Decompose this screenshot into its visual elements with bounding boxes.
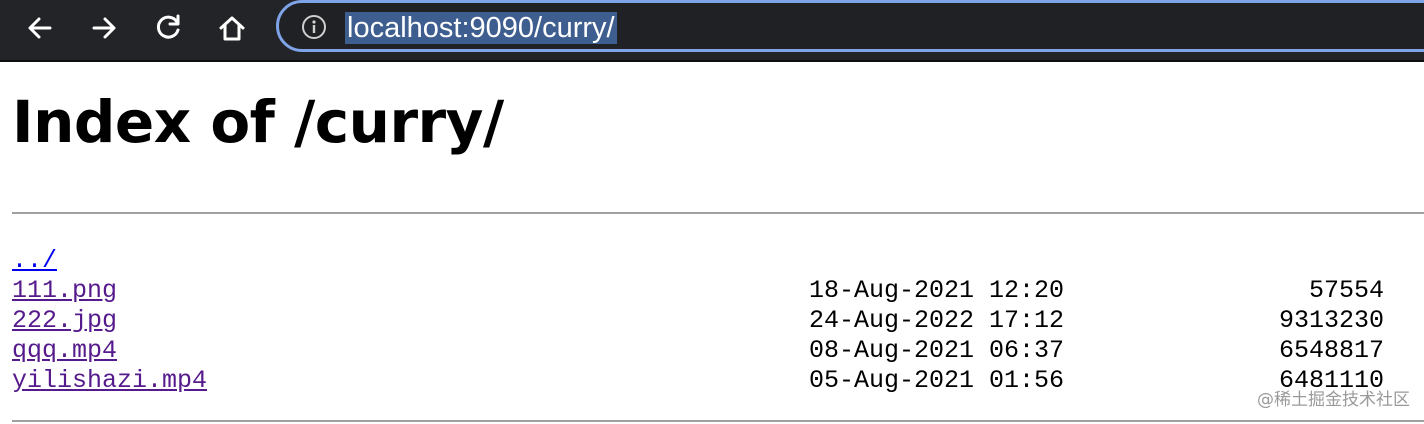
- address-bar[interactable]: localhost:9090/curry/: [276, 0, 1424, 52]
- top-rule: [12, 212, 1424, 214]
- arrow-right-icon: [92, 17, 116, 39]
- parent-directory-link[interactable]: ../: [12, 246, 57, 276]
- forward-button[interactable]: [84, 8, 124, 48]
- file-size: 9313230: [1278, 306, 1384, 335]
- file-link[interactable]: yilishazi.mp4: [12, 366, 207, 396]
- list-item: qqq.mp4 08-Aug-2021 06:37 6548817: [12, 336, 1412, 366]
- page-title: Index of /curry/: [12, 88, 504, 156]
- file-size: 6548817: [1278, 336, 1384, 365]
- back-button[interactable]: [20, 8, 60, 48]
- browser-toolbar: localhost:9090/curry/: [0, 0, 1424, 62]
- reload-icon: [156, 14, 180, 39]
- file-link[interactable]: 222.jpg: [12, 306, 117, 336]
- list-item: 222.jpg 24-Aug-2022 17:12 9313230: [12, 306, 1412, 336]
- file-listing: ../ 111.png 18-Aug-2021 12:20 57554 222.…: [12, 246, 1412, 396]
- home-button[interactable]: [212, 8, 252, 48]
- list-item: ../: [12, 246, 1412, 276]
- list-item: 111.png 18-Aug-2021 12:20 57554: [12, 276, 1412, 306]
- file-date: 24-Aug-2022 17:12: [809, 306, 1065, 335]
- file-link[interactable]: 111.png: [12, 276, 117, 306]
- file-date: 08-Aug-2021 06:37: [809, 336, 1065, 365]
- list-item: yilishazi.mp4 05-Aug-2021 01:56 6481110: [12, 366, 1412, 396]
- toolbar-divider: [0, 60, 1424, 62]
- file-size: 57554: [1308, 276, 1384, 305]
- arrow-left-icon: [28, 17, 52, 39]
- home-icon: [219, 16, 245, 41]
- url-text[interactable]: localhost:9090/curry/: [345, 12, 617, 44]
- reload-button[interactable]: [148, 8, 188, 48]
- info-icon[interactable]: [301, 14, 327, 40]
- file-link[interactable]: qqq.mp4: [12, 336, 117, 366]
- file-date: 18-Aug-2021 12:20: [809, 276, 1065, 305]
- file-date: 05-Aug-2021 01:56: [809, 366, 1065, 395]
- bottom-rule: [12, 420, 1424, 422]
- watermark: @稀土掘金技术社区: [1257, 390, 1410, 410]
